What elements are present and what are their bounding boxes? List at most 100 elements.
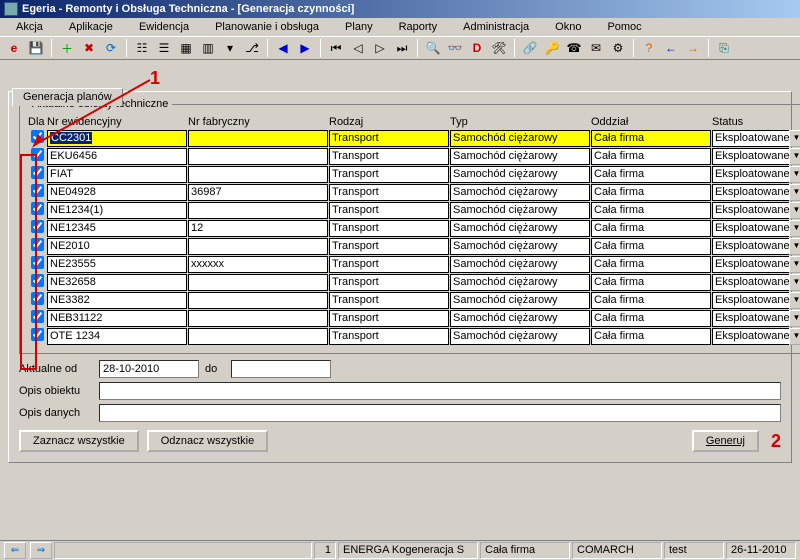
cell-oddzial[interactable]: Cała firma [591,130,711,147]
cell-rodzaj[interactable]: Transport [329,238,449,255]
cell-oddzial[interactable]: Cała firma [591,220,711,237]
cell-rodzaj[interactable]: Transport [329,328,449,345]
status-dropdown-icon[interactable]: ▼ [789,130,800,147]
cell-nr-ewid[interactable]: NE12345 [47,220,187,237]
cell-nr-fabr[interactable]: 36987 [188,184,328,201]
cell-rodzaj[interactable]: Transport [329,292,449,309]
status-dropdown-icon[interactable]: ▼ [789,238,800,255]
cell-nr-ewid[interactable]: FIAT [47,166,187,183]
status-dropdown-icon[interactable]: ▼ [789,202,800,219]
date-to-input[interactable] [231,360,331,378]
app-logo-icon[interactable]: e [4,38,24,58]
cell-nr-fabr[interactable] [188,238,328,255]
last-icon[interactable]: ⏭ [392,38,412,58]
menu-okno[interactable]: Okno [543,20,593,34]
cell-nr-ewid[interactable]: CC2301 [47,130,187,147]
grid2-icon[interactable]: ▥ [198,38,218,58]
cell-oddzial[interactable]: Cała firma [591,184,711,201]
cell-typ[interactable]: Samochód ciężarowy [450,148,590,165]
cell-rodzaj[interactable]: Transport [329,220,449,237]
prev-icon[interactable]: ◀ [273,38,293,58]
row-checkbox[interactable] [31,130,44,143]
next-icon[interactable]: ▶ [295,38,315,58]
help-icon[interactable]: ? [639,38,659,58]
table-row[interactable]: FIAT TransportSamochód ciężarowyCała firm… [28,165,800,183]
status-dropdown-icon[interactable]: ▼ [789,220,800,237]
cell-typ[interactable]: Samochód ciężarowy [450,328,590,345]
cell-nr-fabr[interactable] [188,310,328,327]
branch-icon[interactable]: ⎇ [242,38,262,58]
cell-status[interactable]: Eksploatowane [712,274,789,291]
row-checkbox[interactable] [31,166,44,179]
d-icon[interactable]: D [467,38,487,58]
cell-oddzial[interactable]: Cała firma [591,166,711,183]
row-checkbox[interactable] [31,220,44,233]
table-row[interactable]: EKU6456TransportSamochód ciężarowyCała f… [28,147,800,165]
menu-plany[interactable]: Plany [333,20,385,34]
grid-icon[interactable]: ▦ [176,38,196,58]
table-row[interactable]: CC2301 TransportSamochód ciężarowyCała fi… [28,129,800,147]
row-checkbox[interactable] [31,256,44,269]
cell-nr-fabr[interactable]: xxxxxx [188,256,328,273]
cell-typ[interactable]: Samochód ciężarowy [450,130,590,147]
status-dropdown-icon[interactable]: ▼ [789,148,800,165]
cell-rodzaj[interactable]: Transport [329,184,449,201]
mail-icon[interactable]: ✉ [586,38,606,58]
cell-nr-ewid[interactable]: OTE 1234 [47,328,187,345]
table-row[interactable]: OTE 1234 TransportSamochód ciężarowyCała … [28,327,800,345]
row-checkbox[interactable] [31,310,44,323]
key-icon[interactable]: 🔑 [542,38,562,58]
table-row[interactable]: NE3382TransportSamochód ciężarowyCała fi… [28,291,800,309]
status-dropdown-icon[interactable]: ▼ [789,274,800,291]
row-checkbox[interactable] [31,148,44,161]
date-from-input[interactable] [99,360,199,378]
phone-icon[interactable]: ☎ [564,38,584,58]
menu-aplikacje[interactable]: Aplikacje [57,20,125,34]
cell-oddzial[interactable]: Cała firma [591,310,711,327]
cell-nr-ewid[interactable]: NE2010 [47,238,187,255]
cell-status[interactable]: Eksploatowane [712,328,789,345]
status-dropdown-icon[interactable]: ▼ [789,328,800,345]
tree-icon[interactable]: ☷ [132,38,152,58]
cell-nr-fabr[interactable] [188,148,328,165]
cell-nr-ewid[interactable]: EKU6456 [47,148,187,165]
cell-typ[interactable]: Samochód ciężarowy [450,274,590,291]
cell-oddzial[interactable]: Cała firma [591,328,711,345]
delete-icon[interactable]: ✖ [79,38,99,58]
cell-status[interactable]: Eksploatowane [712,184,789,201]
cell-status[interactable]: Eksploatowane [712,256,789,273]
cell-typ[interactable]: Samochód ciężarowy [450,166,590,183]
down-icon[interactable]: ▾ [220,38,240,58]
cell-nr-fabr[interactable] [188,328,328,345]
cell-rodzaj[interactable]: Transport [329,130,449,147]
cell-nr-fabr[interactable] [188,274,328,291]
cell-typ[interactable]: Samochód ciężarowy [450,238,590,255]
status-dropdown-icon[interactable]: ▼ [789,292,800,309]
table-row[interactable]: NE32658TransportSamochód ciężarowyCała f… [28,273,800,291]
cell-oddzial[interactable]: Cała firma [591,238,711,255]
cell-rodzaj[interactable]: Transport [329,166,449,183]
cell-rodzaj[interactable]: Transport [329,274,449,291]
add-icon[interactable]: ＋ [57,38,77,58]
cell-nr-fabr[interactable] [188,202,328,219]
opis-danych-input[interactable] [99,404,781,422]
table-row[interactable]: NE23555xxxxxxTransportSamochód ciężarowy… [28,255,800,273]
row-checkbox[interactable] [31,292,44,305]
cell-status[interactable]: Eksploatowane [712,292,789,309]
cell-oddzial[interactable]: Cała firma [591,274,711,291]
cell-oddzial[interactable]: Cała firma [591,202,711,219]
fwd-icon[interactable]: ▷ [370,38,390,58]
cell-status[interactable]: Eksploatowane [712,202,789,219]
row-checkbox[interactable] [31,184,44,197]
cell-nr-fabr[interactable] [188,166,328,183]
exit-icon[interactable]: ⎘ [714,38,734,58]
cell-nr-ewid[interactable]: NE3382 [47,292,187,309]
table-row[interactable]: NE2010 TransportSamochód ciężarowyCała fi… [28,237,800,255]
generate-button[interactable]: Generuj [692,430,759,452]
status-dropdown-icon[interactable]: ▼ [789,310,800,327]
first-icon[interactable]: ⏮ [326,38,346,58]
binoc-icon[interactable]: 👓 [445,38,465,58]
cell-nr-ewid[interactable]: NE1234(1) [47,202,187,219]
link-icon[interactable]: 🔗 [520,38,540,58]
table-row[interactable]: NEB31122TransportSamochód ciężarowyCała … [28,309,800,327]
